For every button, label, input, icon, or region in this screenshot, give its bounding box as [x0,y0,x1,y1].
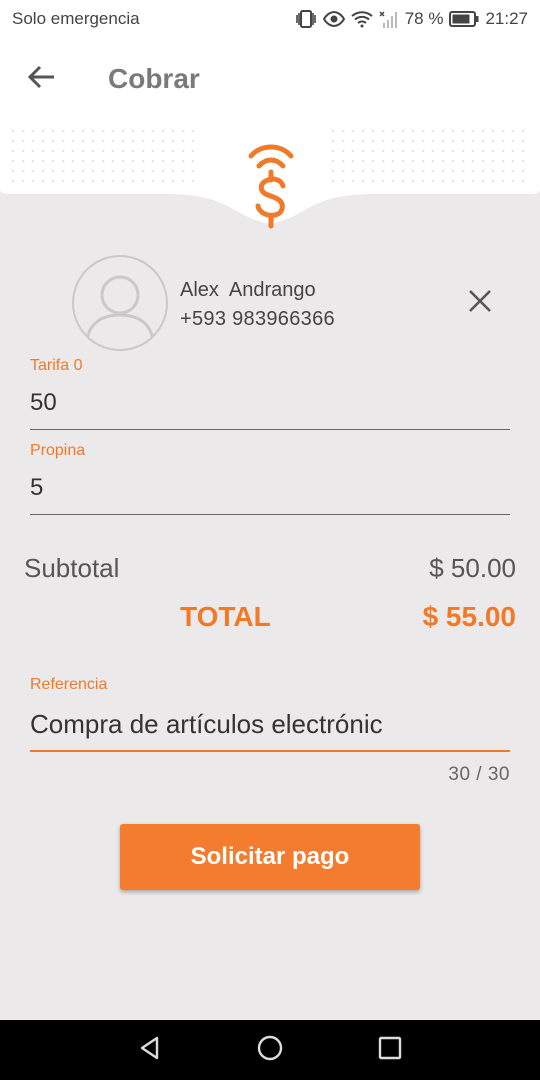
app-bar: Cobrar [0,38,540,120]
propina-underline [30,514,510,515]
tarifa-input[interactable] [30,389,510,417]
status-icons: 78 % 21:27 [295,9,528,29]
page-title: Cobrar [108,63,200,94]
close-icon [468,289,492,318]
clear-contact-button[interactable] [462,285,498,321]
referencia-field: Referencia [30,676,510,752]
propina-input[interactable] [30,474,510,502]
contact-name: Alex Andrango [180,279,316,301]
user-avatar-icon [72,255,168,351]
propina-field: Propina [30,442,510,515]
battery-icon [449,11,479,27]
status-bar: Solo emergencia 78 % 21:27 [0,0,540,38]
tarifa-field: Tarifa 0 [30,357,510,430]
vibrate-icon [295,10,317,28]
contact-phone: +593 983966366 [180,308,335,330]
clock-text: 21:27 [485,9,528,28]
tarifa-underline [30,429,510,430]
arrow-left-icon [27,65,56,94]
nav-back-button[interactable] [130,1030,170,1070]
nav-recents-button[interactable] [370,1030,410,1070]
referencia-underline [30,750,510,752]
propina-label: Propina [30,442,86,459]
total-value: $ 55.00 [422,601,516,632]
contact-card: Alex Andrango +593 983966366 [72,255,512,351]
system-nav-bar [0,1020,540,1080]
nav-home-button[interactable] [250,1030,290,1070]
eye-icon [322,11,345,27]
character-counter: 30 / 30 [448,764,510,785]
subtotal-row: Subtotal $ 50.00 [24,553,516,584]
back-triangle-icon [137,1035,163,1066]
subtotal-value: $ 50.00 [429,553,516,583]
total-label: TOTAL [180,601,271,632]
wifi-icon [351,10,373,28]
wireless-dollar-icon [246,136,296,236]
battery-text: 78 % [404,9,444,28]
carrier-text: Solo emergencia [12,9,140,28]
tarifa-label: Tarifa 0 [30,357,83,374]
subtotal-label: Subtotal [24,553,120,583]
recents-square-icon [377,1035,403,1066]
request-payment-button[interactable]: Solicitar pago [120,824,420,890]
home-circle-icon [256,1034,284,1067]
referencia-input[interactable] [30,708,510,740]
referencia-label: Referencia [30,676,108,693]
signal-icon [379,9,399,29]
header-banner [0,118,540,229]
back-button[interactable] [12,49,72,109]
